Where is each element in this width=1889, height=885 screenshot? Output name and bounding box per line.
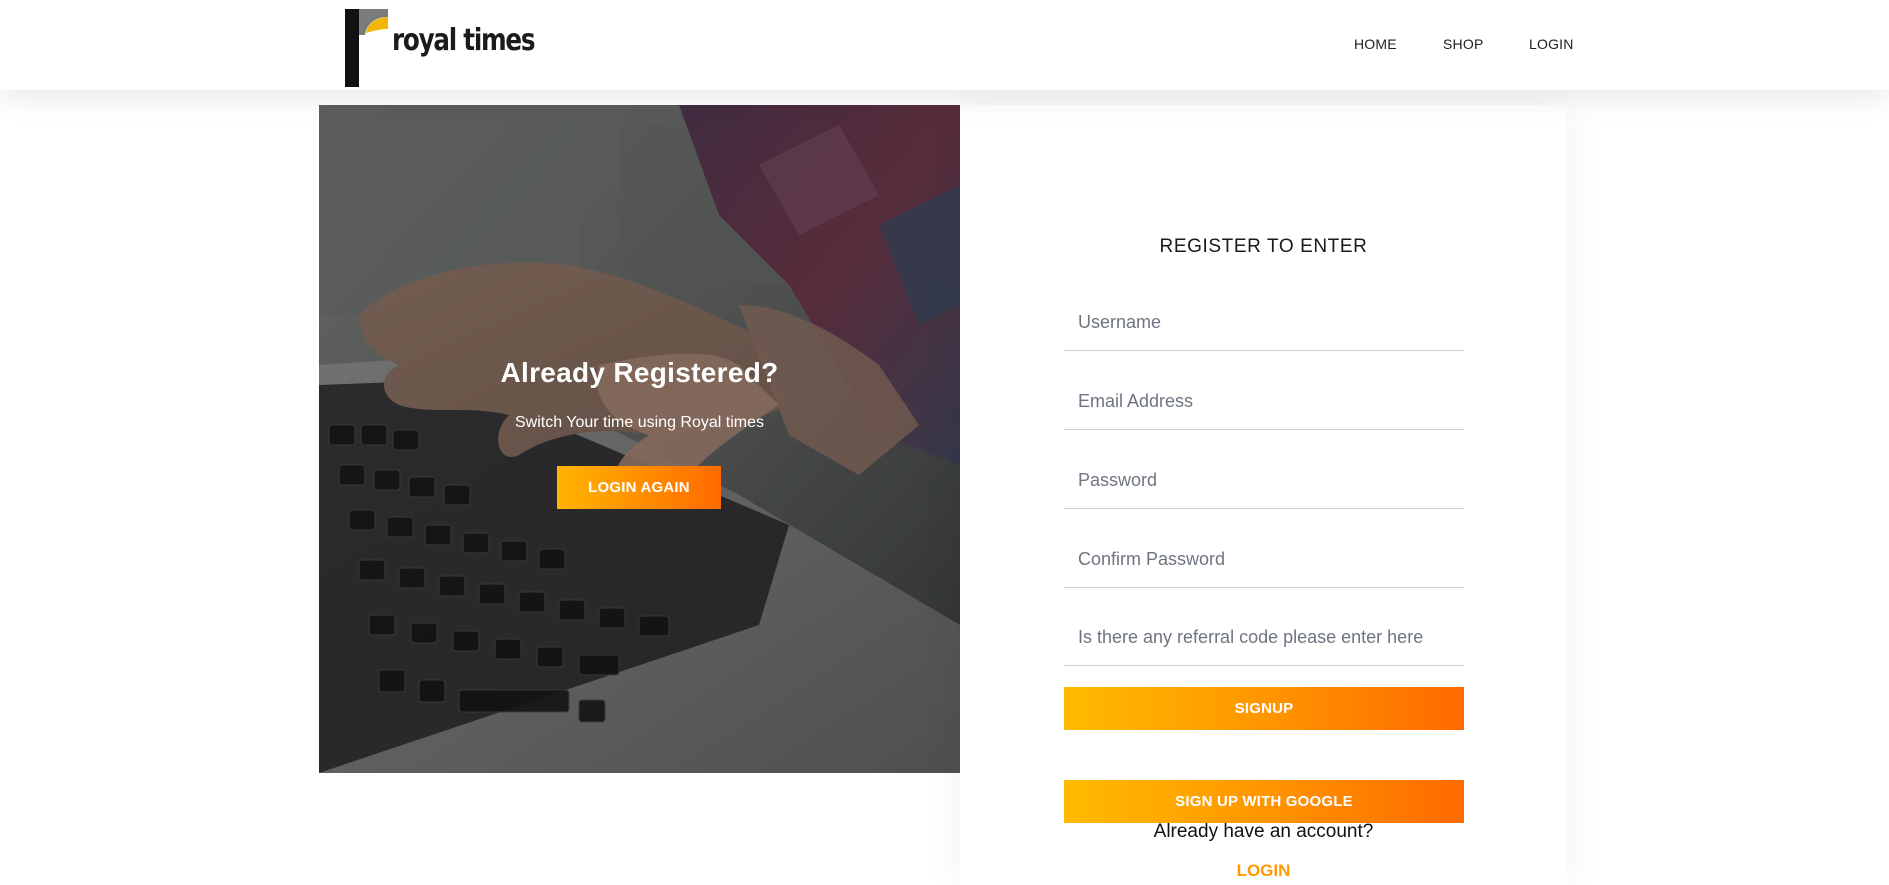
logo-wordmark: royal times — [392, 23, 536, 58]
login-link[interactable]: LOGIN — [960, 861, 1567, 881]
hero-title: Already Registered? — [500, 357, 779, 388]
hero-image-panel: Already Registered? Switch Your time usi… — [319, 105, 960, 773]
username-input[interactable] — [1064, 295, 1464, 351]
password-input[interactable] — [1064, 453, 1464, 509]
login-again-button[interactable]: LOGIN AGAIN — [557, 466, 721, 509]
nav-shop[interactable]: SHOP — [1443, 36, 1483, 56]
nav-login[interactable]: LOGIN — [1529, 36, 1574, 56]
email-input[interactable] — [1064, 374, 1464, 430]
logo-mark-icon — [345, 9, 388, 87]
site-header: royal times HOME SHOP LOGIN — [0, 0, 1889, 90]
nav-home[interactable]: HOME — [1354, 36, 1397, 56]
royal-times-logo[interactable]: royal times — [342, 9, 542, 87]
confirm-password-input[interactable] — [1064, 532, 1464, 588]
signup-button[interactable]: SIGNUP — [1064, 687, 1464, 730]
hero-subtitle: Switch Your time using Royal times — [515, 414, 764, 431]
already-have-account-text: Already have an account? — [1153, 821, 1374, 842]
google-signup-button[interactable]: SIGN UP WITH GOOGLE — [1064, 780, 1464, 823]
form-title: REGISTER TO ENTER — [1159, 236, 1368, 257]
referral-code-input[interactable] — [1064, 610, 1464, 666]
register-card: REGISTER TO ENTER SIGNUP SIGN UP WITH GO… — [960, 105, 1567, 885]
